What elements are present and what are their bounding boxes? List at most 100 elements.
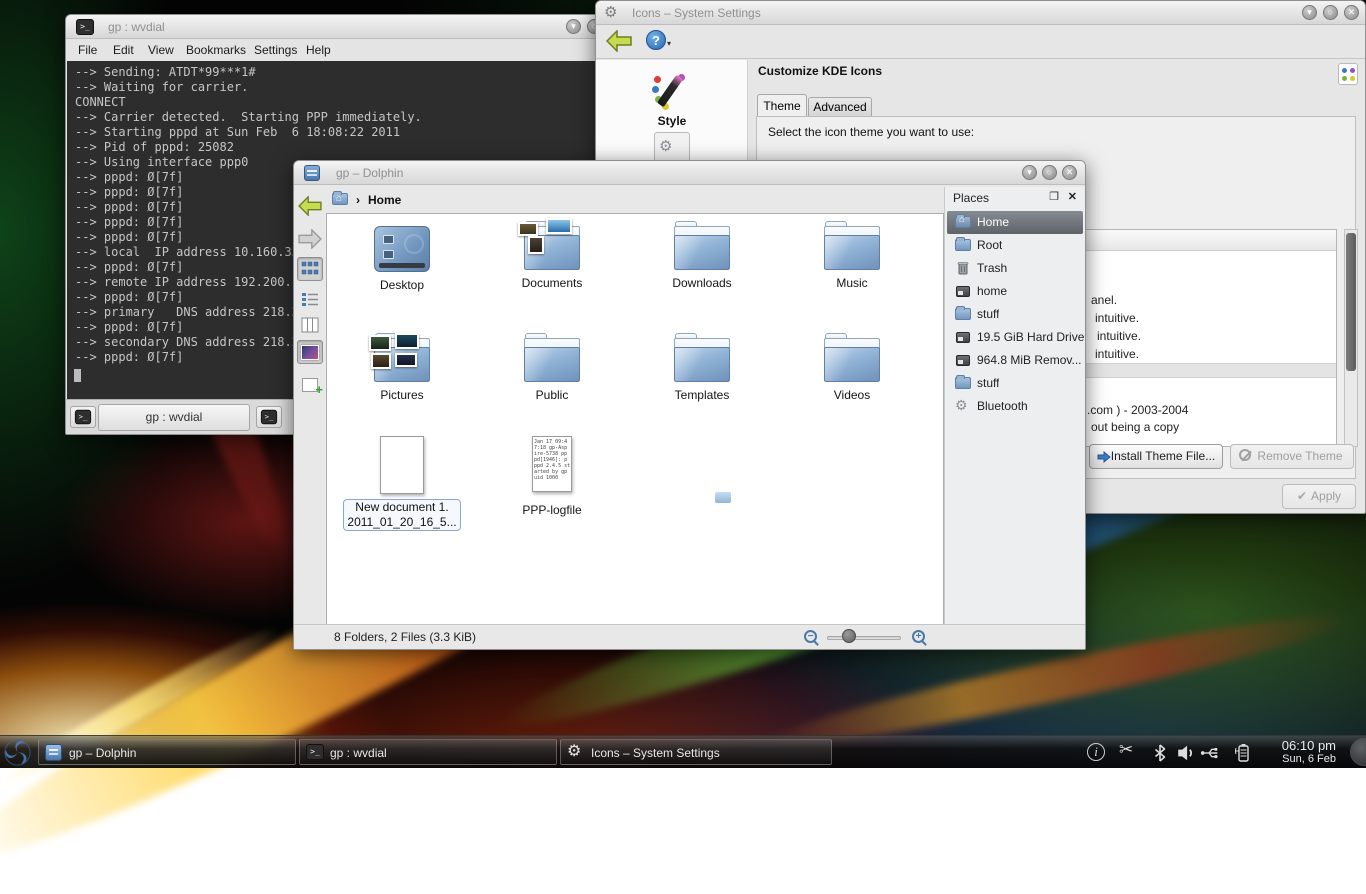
public-folder-icon: [524, 338, 580, 382]
new-tab-button[interactable]: >_: [70, 406, 96, 428]
forward-button[interactable]: [297, 227, 323, 251]
system-settings-titlebar[interactable]: ⚙ Icons – System Settings ▾ ○ ✕: [596, 1, 1365, 25]
file-item[interactable]: Jan 17 09:4 7:18 gp-Asp ire-5738 pp pd[1…: [487, 436, 617, 517]
minimize-button[interactable]: ▾: [566, 19, 581, 34]
remove-theme-button[interactable]: Remove Theme: [1230, 444, 1354, 469]
overview-dots-icon[interactable]: [1338, 63, 1358, 85]
clock[interactable]: 06:10 pm Sun, 6 Feb: [1282, 738, 1336, 765]
folder-item[interactable]: Videos: [787, 338, 917, 402]
scrollbar-thumb[interactable]: [1346, 233, 1356, 371]
maximize-button[interactable]: ○: [1323, 5, 1338, 20]
usb-device-notifier-icon[interactable]: [1200, 743, 1220, 763]
split-view-button[interactable]: +: [297, 373, 323, 397]
place-hard-drive[interactable]: 19.5 GiB Hard Drive: [947, 326, 1083, 349]
folder-item[interactable]: Music: [787, 226, 917, 290]
drive-icon: [956, 355, 970, 366]
breadcrumb-home[interactable]: Home: [368, 193, 401, 207]
terminal-tab[interactable]: gp : wvdial: [98, 404, 250, 431]
menu-file[interactable]: File: [78, 43, 97, 57]
sidebar-item-style-label[interactable]: Style: [596, 114, 748, 128]
menu-edit[interactable]: Edit: [113, 43, 134, 57]
place-stuff-2[interactable]: stuff: [947, 372, 1083, 395]
tab-list-button[interactable]: >_: [256, 406, 282, 428]
help-button[interactable]: ?: [646, 30, 666, 50]
menu-settings[interactable]: Settings: [254, 43, 297, 57]
konsole-titlebar[interactable]: >_ gp : wvdial ▾ ○ ✕: [66, 15, 609, 39]
zoom-slider-handle[interactable]: [842, 629, 856, 643]
trash-icon: [957, 261, 969, 275]
preview-toggle-button[interactable]: [297, 340, 323, 364]
battery-icon[interactable]: [1233, 743, 1253, 763]
folder-icon: [955, 377, 971, 389]
info-tray-icon[interactable]: i: [1087, 743, 1105, 761]
bluetooth-icon[interactable]: [1150, 743, 1170, 763]
place-stuff[interactable]: stuff: [947, 303, 1083, 326]
menu-help[interactable]: Help: [306, 43, 331, 57]
desktop-folder-icon: [374, 226, 430, 272]
place-removable[interactable]: 964.8 MiB Remov...: [947, 349, 1083, 372]
dolphin-titlebar[interactable]: gp – Dolphin ▾ ○ ✕: [294, 161, 1085, 185]
close-panel-icon[interactable]: ✕: [1068, 190, 1077, 203]
details-view-button[interactable]: [297, 287, 323, 311]
clipboard-scissors-icon[interactable]: ✂: [1119, 740, 1139, 760]
chevron-down-icon[interactable]: ▾: [667, 39, 671, 48]
folder-item[interactable]: Public: [487, 338, 617, 402]
check-icon: ✔: [1297, 489, 1307, 503]
taskbar-panel: gp – Dolphin >_ gp : wvdial ⚙ Icons – Sy…: [0, 735, 1366, 768]
columns-view-button[interactable]: [297, 313, 323, 337]
back-button[interactable]: [606, 30, 632, 52]
volume-icon[interactable]: [1176, 743, 1196, 763]
hardware-tools-icon[interactable]: ⚙: [654, 132, 690, 162]
close-button[interactable]: ✕: [1344, 5, 1359, 20]
terminal-cursor: [74, 369, 81, 382]
maximize-button[interactable]: ○: [1042, 165, 1057, 180]
folder-item[interactable]: Desktop: [337, 226, 467, 292]
taskbar-item-system-settings[interactable]: ⚙ Icons – System Settings: [560, 739, 832, 765]
place-trash[interactable]: Trash: [947, 257, 1083, 280]
tab-theme[interactable]: Theme: [757, 94, 807, 117]
folder-item[interactable]: Downloads: [637, 226, 767, 290]
menu-bookmarks[interactable]: Bookmarks: [186, 43, 246, 57]
place-home-partition[interactable]: home: [947, 280, 1083, 303]
dolphin-file-view[interactable]: Desktop Documents Downloads Music: [326, 213, 944, 626]
folder-item[interactable]: Templates: [637, 338, 767, 402]
konsole-window-title: gp : wvdial: [108, 20, 165, 34]
theme-description-fragment: intuitive.: [1095, 347, 1139, 361]
minimize-button[interactable]: ▾: [1302, 5, 1317, 20]
zoom-out-icon[interactable]: −: [804, 630, 817, 643]
taskbar-item-konsole[interactable]: >_ gp : wvdial: [299, 739, 557, 765]
folder-item[interactable]: Pictures: [337, 338, 467, 402]
app-launcher-icon[interactable]: [2, 737, 33, 768]
dolphin-statusbar: 8 Folders, 2 Files (3.3 KiB) − +: [294, 624, 1085, 649]
zoom-in-icon[interactable]: +: [912, 630, 925, 643]
icon-view-button[interactable]: [297, 257, 323, 281]
clock-time: 06:10 pm: [1282, 738, 1336, 753]
close-button[interactable]: ✕: [1062, 165, 1077, 180]
style-icon[interactable]: [652, 72, 692, 112]
terminal-icon: >_: [306, 744, 324, 760]
house-icon: ⌂: [959, 214, 964, 224]
list-scrollbar[interactable]: [1344, 229, 1358, 447]
file-item-selected[interactable]: New document 1. 2011_01_20_16_5...: [337, 436, 467, 531]
tab-advanced[interactable]: Advanced: [808, 97, 872, 117]
places-panel: Places ❐ ✕ ⌂ Home Root Trash home stuff: [944, 187, 1085, 624]
panel-toolbox-cashew[interactable]: [1350, 738, 1366, 766]
theme-description-fragment: intuitive.: [1097, 329, 1141, 343]
float-panel-icon[interactable]: ❐: [1049, 190, 1059, 203]
minimize-button[interactable]: ▾: [1022, 165, 1037, 180]
new-document-icon: [380, 436, 424, 494]
place-bluetooth[interactable]: ⚙ Bluetooth: [947, 395, 1083, 418]
zoom-slider-track[interactable]: [827, 636, 901, 640]
taskbar-item-dolphin[interactable]: gp – Dolphin: [38, 739, 296, 765]
install-theme-button[interactable]: Install Theme File...: [1089, 444, 1223, 469]
install-arrow-icon: [1097, 451, 1111, 463]
system-settings-toolbar: ? ▾: [596, 25, 1365, 59]
apply-button[interactable]: ✔Apply: [1282, 484, 1356, 509]
back-button[interactable]: [297, 194, 323, 218]
menu-view[interactable]: View: [148, 43, 174, 57]
selected-file-label: New document 1. 2011_01_20_16_5...: [343, 499, 460, 531]
folder-item[interactable]: Documents: [487, 226, 617, 290]
place-home[interactable]: ⌂ Home: [947, 211, 1083, 234]
home-folder-icon[interactable]: ⌂: [332, 193, 348, 205]
place-root[interactable]: Root: [947, 234, 1083, 257]
